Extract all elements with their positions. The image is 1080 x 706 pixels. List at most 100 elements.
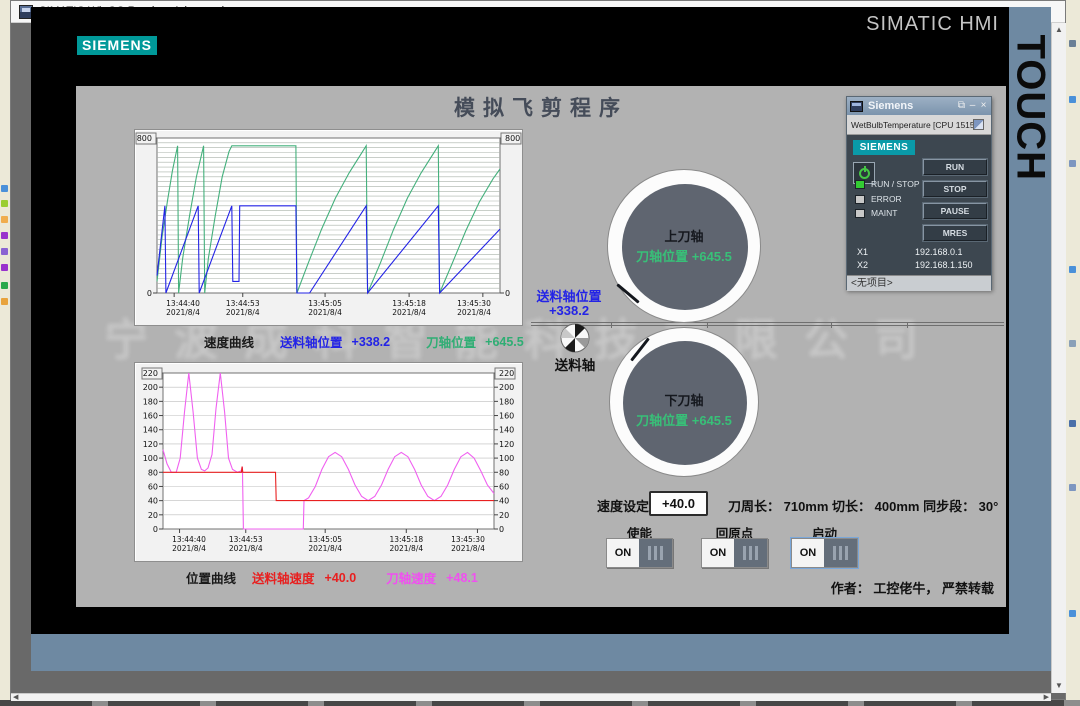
upper-shaft-name: 上刀轴 bbox=[608, 226, 760, 245]
toolbar-icon bbox=[1, 232, 8, 239]
legend-feed-speed-value: +40.0 bbox=[325, 571, 357, 585]
scroll-down-arrow[interactable]: ▼ bbox=[1052, 679, 1066, 693]
svg-text:13:45:18: 13:45:18 bbox=[392, 299, 426, 308]
svg-text:800: 800 bbox=[505, 134, 520, 143]
horizontal-scrollbar[interactable]: ◀ ▶ bbox=[11, 693, 1051, 701]
svg-text:13:45:05: 13:45:05 bbox=[308, 535, 342, 544]
plcsim-mres-button[interactable]: MRES bbox=[923, 225, 987, 241]
svg-text:2021/8/4: 2021/8/4 bbox=[451, 544, 485, 553]
toolbar-icon bbox=[1, 216, 8, 223]
interface-x1-name: X1 bbox=[857, 247, 868, 257]
legend-knife-pos-value: +645.5 bbox=[485, 335, 524, 349]
svg-text:200: 200 bbox=[143, 383, 158, 392]
svg-text:60: 60 bbox=[499, 482, 509, 491]
svg-text:2021/8/4: 2021/8/4 bbox=[308, 544, 342, 553]
svg-text:13:45:05: 13:45:05 bbox=[308, 299, 342, 308]
home-switch[interactable]: ON bbox=[701, 538, 768, 568]
legend-knife-pos-label: 刀轴位置 bbox=[426, 332, 476, 351]
svg-text:220: 220 bbox=[143, 369, 158, 378]
lower-knife-shaft: 下刀轴 刀轴位置 +645.5 bbox=[609, 327, 759, 477]
plcsim-device-icon[interactable] bbox=[973, 119, 984, 130]
legend-title: 速度曲线 bbox=[204, 332, 254, 351]
svg-text:2021/8/4: 2021/8/4 bbox=[389, 544, 423, 553]
upper-shaft-pos-label: 刀轴位置 bbox=[636, 249, 688, 264]
upper-knife-shaft: 上刀轴 刀轴位置 +645.5 bbox=[607, 169, 761, 323]
plcsim-app-icon bbox=[850, 101, 863, 112]
led-label: ERROR bbox=[871, 194, 902, 204]
lower-shaft-position: 刀轴位置 +645.5 bbox=[610, 410, 758, 429]
svg-text:200: 200 bbox=[499, 383, 514, 392]
svg-text:2021/8/4: 2021/8/4 bbox=[172, 544, 206, 553]
svg-text:13:44:40: 13:44:40 bbox=[172, 535, 206, 544]
toolbar-icon bbox=[1, 282, 8, 289]
plcsim-panel-window: Siemens ⧉ – × WetBulbTemperature [CPU 15… bbox=[846, 96, 992, 290]
svg-text:2021/8/4: 2021/8/4 bbox=[226, 308, 260, 317]
start-switch-state: ON bbox=[792, 539, 824, 567]
legend-knife-speed-value: +48.1 bbox=[446, 571, 478, 585]
feed-pos-label: 送料轴位置 bbox=[509, 290, 629, 304]
lower-shaft-name: 下刀轴 bbox=[610, 390, 758, 409]
led-label: MAINT bbox=[871, 208, 897, 218]
toolbar-icon bbox=[1069, 340, 1076, 347]
speed-setting-input[interactable]: +40.0 bbox=[649, 491, 708, 516]
plcsim-titlebar[interactable]: Siemens ⧉ – × bbox=[847, 97, 991, 115]
plcsim-run-button[interactable]: RUN bbox=[923, 159, 987, 175]
plcsim-stop-button[interactable]: STOP bbox=[923, 181, 987, 197]
enable-switch[interactable]: ON bbox=[606, 538, 673, 568]
hmi-screen: SIEMENS SIMATIC HMI 模拟飞剪程序 宁波成科智能科技有限公司 … bbox=[31, 7, 1009, 634]
svg-text:13:45:18: 13:45:18 bbox=[389, 535, 423, 544]
trend-chart-speed: 0080080013:44:402021/8/413:44:532021/8/4… bbox=[134, 129, 523, 326]
simatic-hmi-label: SIMATIC HMI bbox=[866, 13, 999, 36]
plcsim-float-button[interactable]: ⧉ bbox=[956, 98, 967, 114]
svg-text:13:45:30: 13:45:30 bbox=[451, 535, 485, 544]
led-error: ERROR bbox=[855, 194, 902, 204]
svg-text:80: 80 bbox=[499, 468, 509, 477]
background-app-right-strip bbox=[1066, 0, 1080, 700]
svg-text:160: 160 bbox=[499, 412, 514, 421]
home-switch-handle[interactable] bbox=[734, 539, 767, 567]
scroll-right-arrow[interactable]: ▶ bbox=[1044, 694, 1049, 701]
plcsim-device-name: WetBulbTemperature [CPU 1515-2 PN bbox=[851, 120, 973, 130]
shear-specs: 刀周长： 710mm 切长： 400mm 同步段： 30° bbox=[728, 496, 998, 515]
toolbar-icon bbox=[1069, 610, 1076, 617]
plcsim-pause-button[interactable]: PAUSE bbox=[923, 203, 987, 219]
led-label: RUN / STOP bbox=[871, 179, 920, 189]
wincc-runtime-window: SIMATIC WinCC Runtime Advanced – □ × SIE… bbox=[10, 0, 1066, 700]
svg-text:13:44:53: 13:44:53 bbox=[226, 299, 260, 308]
material-tick bbox=[611, 322, 612, 328]
scroll-up-arrow[interactable]: ▲ bbox=[1052, 23, 1066, 37]
position-chart-legend: 位置曲线 送料轴速度 +40.0 刀轴速度 +48.1 bbox=[134, 568, 554, 587]
siemens-logo: SIEMENS bbox=[77, 36, 157, 55]
material-tick bbox=[831, 322, 832, 328]
toolbar-icon bbox=[1, 185, 8, 192]
start-switch-handle[interactable] bbox=[824, 539, 857, 567]
interface-x1-ip: 192.168.0.1 bbox=[915, 247, 963, 257]
upper-shaft-pos-value: +645.5 bbox=[692, 249, 732, 264]
plcsim-minimize-button[interactable]: – bbox=[967, 98, 978, 114]
background-app-left-strip bbox=[0, 0, 10, 700]
scroll-left-arrow[interactable]: ◀ bbox=[13, 694, 18, 701]
svg-text:2021/8/4: 2021/8/4 bbox=[229, 544, 263, 553]
svg-text:120: 120 bbox=[143, 440, 158, 449]
plcsim-cpu-face: SIEMENS RUN STOP PAUSE MRES RUN / STOP E bbox=[847, 135, 991, 275]
svg-text:180: 180 bbox=[143, 397, 158, 406]
svg-text:180: 180 bbox=[499, 397, 514, 406]
svg-text:2021/8/4: 2021/8/4 bbox=[166, 308, 200, 317]
legend-title: 位置曲线 bbox=[186, 568, 236, 587]
svg-text:2021/8/4: 2021/8/4 bbox=[308, 308, 342, 317]
vertical-scrollbar[interactable]: ▲ ▼ bbox=[1051, 23, 1066, 693]
material-tick bbox=[907, 322, 908, 328]
material-strip-line bbox=[531, 322, 1004, 326]
desktop: SIMATIC WinCC Runtime Advanced – □ × SIE… bbox=[0, 0, 1080, 706]
svg-text:80: 80 bbox=[148, 468, 158, 477]
error-led bbox=[855, 195, 865, 204]
toolbar-icon bbox=[1069, 420, 1076, 427]
start-switch[interactable]: ON bbox=[791, 538, 858, 568]
enable-switch-handle[interactable] bbox=[639, 539, 672, 567]
plcsim-project-status: <无项目> bbox=[847, 275, 991, 291]
plcsim-close-button[interactable]: × bbox=[978, 98, 989, 114]
enable-switch-state: ON bbox=[607, 539, 639, 567]
toolbar-icon bbox=[1069, 160, 1076, 167]
plcsim-device-selector[interactable]: WetBulbTemperature [CPU 1515-2 PN bbox=[847, 115, 991, 135]
legend-feed-pos-value: +338.2 bbox=[352, 335, 391, 349]
